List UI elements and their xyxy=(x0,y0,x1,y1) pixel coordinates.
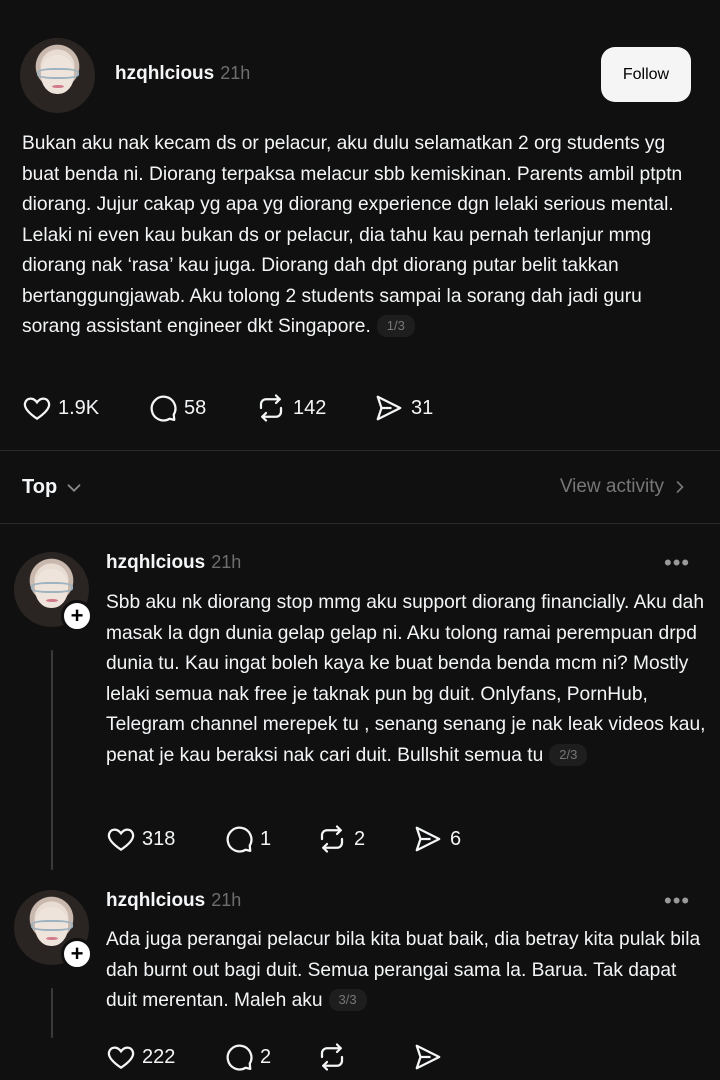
reply-text-block: Sbb aku nk diorang stop mmg aku support … xyxy=(106,588,706,771)
post-pager: 1/3 xyxy=(376,315,415,337)
reply-header: hzqhlcious 21h xyxy=(106,552,241,574)
sort-label: Top xyxy=(22,476,58,498)
comment-count: 1 xyxy=(260,827,272,850)
view-activity-label: View activity xyxy=(559,476,664,497)
follow-button[interactable]: Follow xyxy=(601,47,691,102)
comment-bubble-icon xyxy=(150,395,177,422)
reply-text-block: Ada juga perangai pelacur bila kita buat… xyxy=(106,925,706,1017)
reply-username[interactable]: hzqhlcious xyxy=(106,552,205,573)
reply-text: Ada juga perangai pelacur bila kita buat… xyxy=(106,929,701,1011)
repost-icon xyxy=(259,394,283,422)
share-count: 31 xyxy=(411,396,434,419)
post-time: 21h xyxy=(220,63,251,83)
more-horizontal-icon[interactable]: ••• xyxy=(664,550,690,576)
post-actions: 1.9K 58 142 31 xyxy=(22,393,433,423)
share-button[interactable]: 31 xyxy=(373,393,433,423)
reply-username[interactable]: hzqhlcious xyxy=(106,890,205,911)
like-button[interactable]: 222 xyxy=(106,1042,224,1072)
comment-button[interactable]: 58 xyxy=(148,393,255,423)
like-count: 318 xyxy=(142,827,176,850)
send-icon xyxy=(376,395,402,421)
comment-count: 2 xyxy=(260,1045,272,1068)
post-text-block: Bukan aku nak kecam ds or pelacur, aku d… xyxy=(22,129,702,343)
repost-button[interactable]: 2 xyxy=(316,824,412,854)
thread-line xyxy=(51,988,53,1038)
post-username[interactable]: hzqhlcious xyxy=(115,63,214,84)
reply-actions: 222 2 xyxy=(106,1042,450,1072)
comment-button[interactable]: 2 xyxy=(224,1042,316,1072)
heart-icon xyxy=(23,397,51,420)
reply-time: 21h xyxy=(211,890,242,910)
sort-dropdown[interactable]: Top xyxy=(22,476,85,499)
heart-icon xyxy=(107,828,135,851)
comment-bubble-icon xyxy=(226,1044,253,1071)
share-button[interactable] xyxy=(412,1042,450,1072)
post-avatar[interactable] xyxy=(20,38,95,113)
reply-header: hzqhlcious 21h xyxy=(106,890,241,912)
thread-line xyxy=(51,650,53,870)
comment-button[interactable]: 1 xyxy=(224,824,316,854)
reply-time: 21h xyxy=(211,552,242,572)
share-count: 6 xyxy=(450,827,462,850)
repost-icon xyxy=(320,825,344,853)
share-button[interactable]: 6 xyxy=(412,824,461,854)
heart-icon xyxy=(107,1046,135,1069)
reply-pager: 3/3 xyxy=(328,989,367,1011)
post-header: hzqhlcious 21h xyxy=(115,63,250,85)
like-button[interactable]: 1.9K xyxy=(22,393,148,423)
repost-button[interactable] xyxy=(316,1042,412,1072)
reply-actions: 318 1 2 6 xyxy=(106,824,461,854)
view-activity-link[interactable]: View activity xyxy=(560,476,690,498)
repost-count: 2 xyxy=(354,827,366,850)
comment-count: 58 xyxy=(184,396,207,419)
plus-icon[interactable]: + xyxy=(61,600,93,632)
like-count: 222 xyxy=(142,1045,176,1068)
divider xyxy=(0,450,720,451)
repost-count: 142 xyxy=(293,396,327,419)
reply-pager: 2/3 xyxy=(549,743,588,766)
comment-bubble-icon xyxy=(226,826,253,853)
post-text: Bukan aku nak kecam ds or pelacur, aku d… xyxy=(22,133,683,337)
more-horizontal-icon[interactable]: ••• xyxy=(664,888,690,914)
reply-text: Sbb aku nk diorang stop mmg aku support … xyxy=(106,592,706,766)
send-icon xyxy=(415,826,441,852)
repost-button[interactable]: 142 xyxy=(255,393,373,423)
like-count: 1.9K xyxy=(58,396,100,419)
divider xyxy=(0,523,720,524)
chevron-down-icon xyxy=(67,483,81,492)
plus-icon[interactable]: + xyxy=(61,938,93,970)
chevron-right-icon xyxy=(676,481,684,493)
repost-icon xyxy=(320,1043,344,1071)
like-button[interactable]: 318 xyxy=(106,824,224,854)
send-icon xyxy=(415,1044,441,1070)
